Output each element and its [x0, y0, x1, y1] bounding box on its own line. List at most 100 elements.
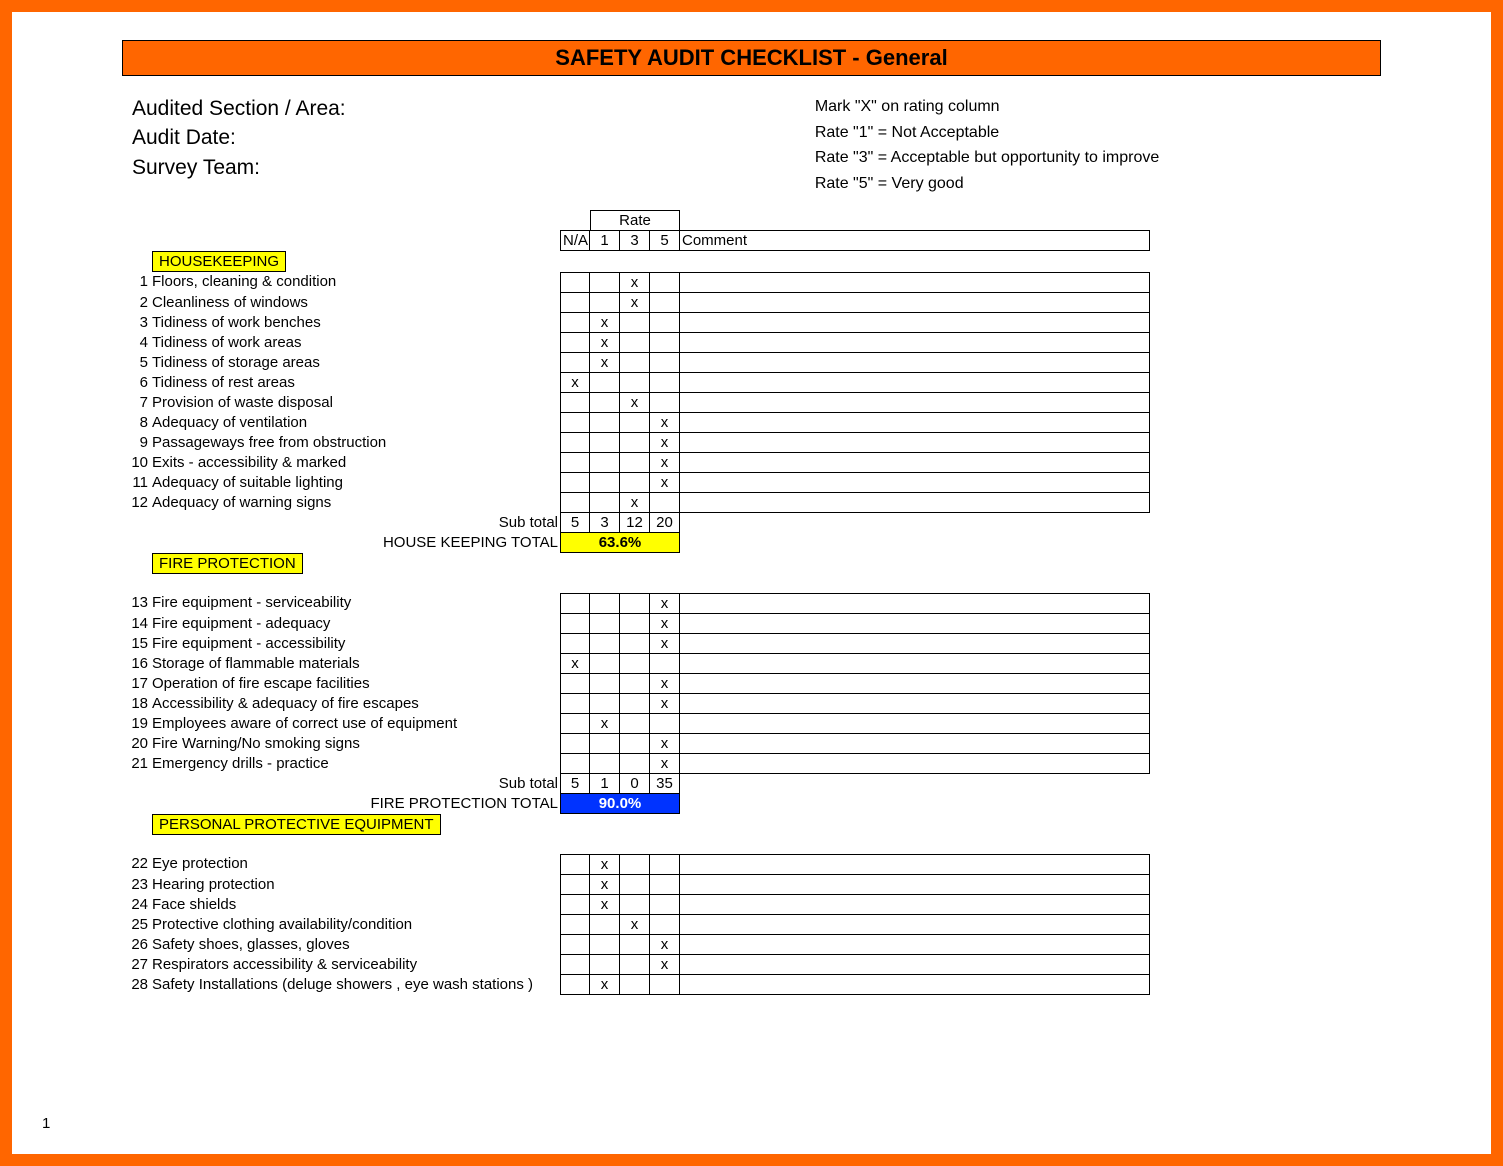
cell-rate1: x: [590, 313, 620, 333]
cell-na: [560, 473, 590, 493]
cell-comment: [680, 955, 1150, 975]
cell-comment: [680, 754, 1150, 774]
cell-rate3: [620, 674, 650, 694]
cell-comment: [680, 473, 1150, 493]
section-heading: HOUSEKEEPING: [150, 251, 560, 272]
cell-na: [560, 734, 590, 754]
item-number: 7: [122, 393, 150, 413]
cell-rate5: x: [650, 935, 680, 955]
cell-rate5: [650, 915, 680, 935]
cell-rate3: [620, 734, 650, 754]
cell-rate3: x: [620, 393, 650, 413]
subtotal-label: Sub total: [150, 513, 560, 533]
item-number: 2: [122, 293, 150, 313]
cell-na: [560, 935, 590, 955]
cell-rate5: [650, 654, 680, 674]
item-label: Exits - accessibility & marked: [150, 453, 560, 473]
section-label: PERSONAL PROTECTIVE EQUIPMENT: [152, 814, 441, 835]
cell-na: [560, 293, 590, 313]
cell-na: [560, 674, 590, 694]
cell-rate3: [620, 935, 650, 955]
cell-rate5: [650, 393, 680, 413]
cell-rate5: x: [650, 634, 680, 654]
cell-comment: [680, 433, 1150, 453]
section-heading: FIRE PROTECTION: [150, 553, 560, 574]
cell-na: [560, 854, 590, 875]
cell-rate3: [620, 353, 650, 373]
cell-rate1: x: [590, 333, 620, 353]
section-total-value: 63.6%: [560, 533, 680, 553]
item-number: 15: [122, 634, 150, 654]
checklist-grid: RateN/A135 CommentHOUSEKEEPING1Floors, c…: [122, 210, 1421, 995]
legend-rate1: Rate "1" = Not Acceptable: [815, 120, 1381, 146]
subtotal-3: 12: [620, 513, 650, 533]
item-number: 10: [122, 453, 150, 473]
item-number: 23: [122, 875, 150, 895]
cell-rate3: [620, 854, 650, 875]
audit-date-label: Audit Date:: [132, 123, 755, 152]
cell-na: [560, 272, 590, 293]
cell-comment: [680, 333, 1150, 353]
cell-rate1: [590, 634, 620, 654]
cell-rate5: x: [650, 754, 680, 774]
cell-rate1: x: [590, 714, 620, 734]
section-heading: PERSONAL PROTECTIVE EQUIPMENT: [150, 814, 560, 835]
cell-na: [560, 754, 590, 774]
item-number: 12: [122, 493, 150, 513]
cell-rate1: [590, 473, 620, 493]
item-label: Protective clothing availability/conditi…: [150, 915, 560, 935]
item-number: 16: [122, 654, 150, 674]
cell-na: [560, 593, 590, 614]
item-number: 1: [122, 272, 150, 293]
cell-comment: [680, 694, 1150, 714]
cell-rate1: [590, 694, 620, 714]
item-number: 18: [122, 694, 150, 714]
cell-comment: [680, 453, 1150, 473]
cell-rate5: [650, 895, 680, 915]
cell-na: [560, 453, 590, 473]
cell-rate3: x: [620, 272, 650, 293]
legend-rate5: Rate "5" = Very good: [815, 171, 1381, 197]
item-label: Emergency drills - practice: [150, 754, 560, 774]
col-5: 5: [650, 230, 680, 251]
cell-rate3: [620, 694, 650, 714]
section-total-value: 90.0%: [560, 794, 680, 814]
item-label: Fire Warning/No smoking signs: [150, 734, 560, 754]
cell-rate5: x: [650, 473, 680, 493]
cell-rate3: x: [620, 293, 650, 313]
cell-na: [560, 393, 590, 413]
cell-comment: [680, 734, 1150, 754]
legend-rate3: Rate "3" = Acceptable but opportunity to…: [815, 145, 1381, 171]
cell-rate5: x: [650, 413, 680, 433]
cell-na: [560, 313, 590, 333]
col-1: 1: [590, 230, 620, 251]
col-3: 3: [620, 230, 650, 251]
section-total-label: HOUSE KEEPING TOTAL: [150, 533, 560, 553]
col-comment: Comment: [680, 230, 1150, 251]
cell-rate5: [650, 333, 680, 353]
item-label: Floors, cleaning & condition: [150, 272, 560, 293]
subtotal-label: Sub total: [150, 774, 560, 794]
cell-rate3: x: [620, 493, 650, 513]
cell-na: [560, 433, 590, 453]
cell-na: [560, 353, 590, 373]
cell-comment: [680, 413, 1150, 433]
cell-comment: [680, 674, 1150, 694]
cell-rate3: [620, 313, 650, 333]
section-label: HOUSEKEEPING: [152, 251, 286, 272]
cell-rate5: [650, 353, 680, 373]
cell-rate3: [620, 634, 650, 654]
cell-rate1: [590, 493, 620, 513]
cell-comment: [680, 875, 1150, 895]
cell-rate1: x: [590, 875, 620, 895]
section-total-label: FIRE PROTECTION TOTAL: [150, 794, 560, 814]
subtotal-5: 20: [650, 513, 680, 533]
item-number: 6: [122, 373, 150, 393]
cell-rate3: [620, 614, 650, 634]
cell-comment: [680, 373, 1150, 393]
rating-legend: Mark "X" on rating column Rate "1" = Not…: [755, 94, 1381, 196]
cell-rate1: [590, 754, 620, 774]
cell-rate5: x: [650, 614, 680, 634]
item-label: Safety shoes, glasses, gloves: [150, 935, 560, 955]
cell-rate3: [620, 975, 650, 995]
